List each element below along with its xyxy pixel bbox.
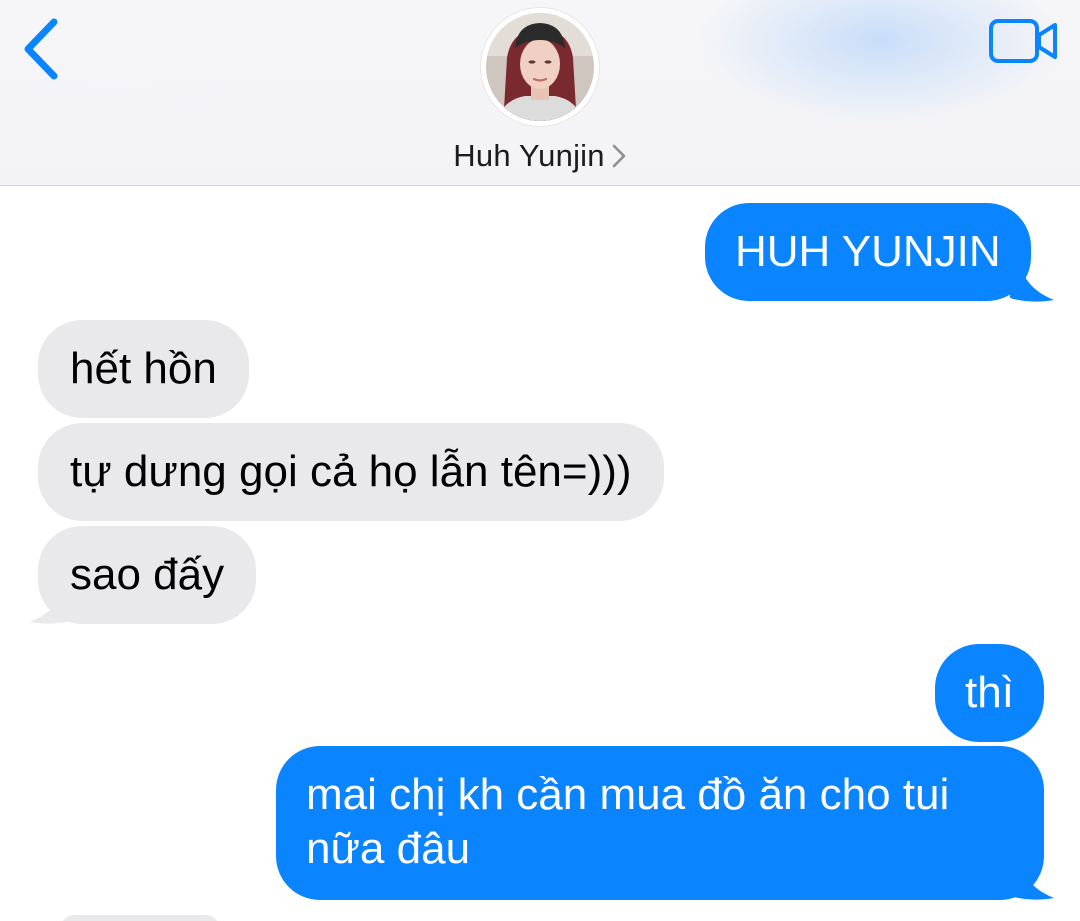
message-text: HUH YUNJIN: [735, 227, 1001, 276]
imessage-conversation: Huh Yunjin HUH YUNJIN hết hồn tự dưng gọ…: [0, 0, 1080, 921]
message-bubble-sent[interactable]: HUH YUNJIN: [705, 203, 1031, 301]
message-text: thì: [965, 668, 1014, 717]
chevron-left-icon: [24, 18, 58, 80]
message-bubble-sent[interactable]: mai chị kh cần mua đồ ăn cho tui nữa đâu: [276, 746, 1044, 900]
message-bubble-received-partial: [60, 915, 220, 921]
message-text: tự dưng gọi cả họ lẫn tên=))): [70, 447, 632, 496]
conversation-header: Huh Yunjin: [0, 0, 1080, 186]
back-button[interactable]: [18, 16, 68, 82]
message-bubble-received[interactable]: tự dưng gọi cả họ lẫn tên=))): [38, 423, 664, 521]
message-bubble-received[interactable]: hết hồn: [38, 320, 249, 418]
video-camera-icon: [989, 19, 1057, 63]
contact-avatar[interactable]: [481, 8, 599, 126]
message-text: sao đấy: [70, 550, 225, 599]
message-bubble-received[interactable]: sao đấy: [38, 526, 257, 624]
message-bubble-sent[interactable]: thì: [935, 644, 1044, 742]
chevron-right-icon: [612, 144, 625, 168]
message-text: mai chị kh cần mua đồ ăn cho tui nữa đâu: [306, 770, 950, 873]
message-text: hết hồn: [70, 344, 217, 393]
contact-name-button[interactable]: Huh Yunjin: [0, 134, 1080, 178]
facetime-video-button[interactable]: [988, 18, 1060, 64]
contact-name: Huh Yunjin: [453, 138, 605, 173]
